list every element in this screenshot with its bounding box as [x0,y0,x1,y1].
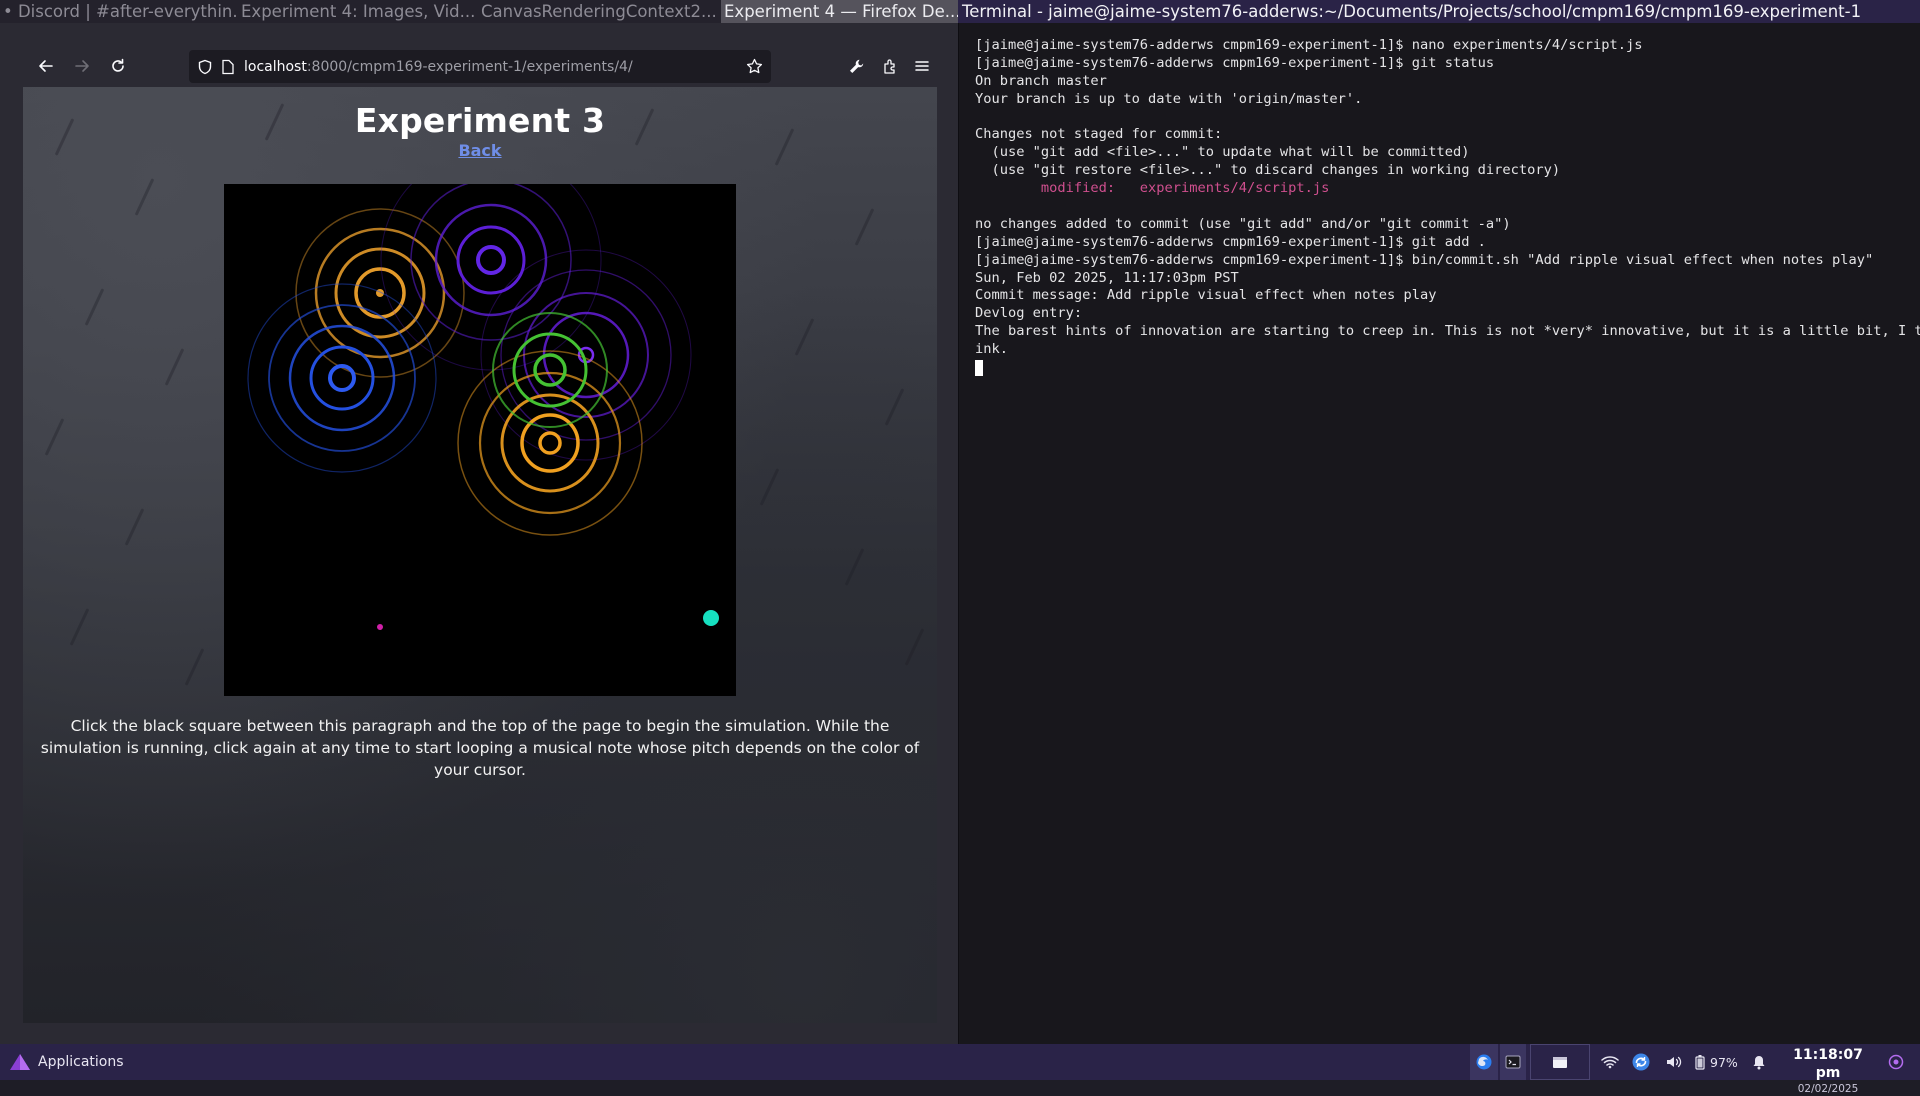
terminal-line: Changes not staged for commit: [975,126,1223,143]
volume-icon [1667,1056,1682,1068]
battery-indicator[interactable]: 97% [1694,1044,1746,1080]
volume-button[interactable] [1662,1044,1686,1080]
arrow-right-icon [75,60,89,72]
terminal-line: ink. [975,341,1008,358]
ripple-green [492,312,608,428]
page-icon[interactable] [221,59,235,75]
reload-button[interactable] [100,48,136,84]
applications-label: Applications [38,1054,124,1070]
clock-time: 11:18:07 pm [1793,1047,1863,1081]
extensions-button[interactable] [873,49,907,83]
terminal-line: [jaime@jaime-system76-adderws cmpm169-ex… [975,233,1486,250]
instructions-paragraph: Click the black square between this para… [40,717,920,779]
taskbar-terminal[interactable] [1500,1044,1526,1080]
terminal-output: [jaime@jaime-system76-adderws cmpm169-ex… [975,37,1920,377]
terminal-line: (use "git restore <file>..." to discard … [975,162,1561,179]
bottom-panel: Applications 97% 11:18:07 pm 02/02/2025 [0,1044,1920,1095]
file-manager-icon [1553,1057,1567,1068]
terminal-icon [1505,1055,1521,1069]
terminal-line: no changes added to commit (use "git add… [975,215,1511,232]
terminal-window[interactable]: [jaime@jaime-system76-adderws cmpm169-ex… [958,23,1920,1044]
simulation-canvas[interactable] [224,184,736,696]
battery-percent: 97% [1710,1054,1738,1070]
terminal-prompt-line [975,359,1915,377]
shield-icon[interactable] [197,59,213,75]
ripple-violet-right [480,249,692,461]
ripple-violet-top [380,184,602,371]
notifications-button[interactable] [1748,1044,1770,1080]
wifi-icon [1601,1056,1619,1069]
browser-toolbar: localhost:8000/cmpm169-experiment-1/expe… [23,46,937,87]
clock[interactable]: 11:18:07 pm 02/02/2025 [1783,1046,1873,1096]
hamburger-menu-icon [915,61,929,71]
bookmark-star-icon[interactable] [746,58,763,75]
extensions-icon [883,58,895,74]
browser-window: localhost:8000/cmpm169-experiment-1/expe… [0,23,958,1044]
terminal-line: Your branch is up to date with 'origin/m… [975,90,1363,107]
power-icon [1888,1054,1904,1070]
battery-icon [1695,1055,1705,1070]
taskbar-file-manager[interactable] [1530,1044,1590,1080]
sync-icon [1632,1053,1650,1071]
dot-cyan [703,610,719,626]
sync-button[interactable] [1628,1044,1654,1080]
terminal-line: [jaime@jaime-system76-adderws cmpm169-ex… [975,251,1874,268]
taskbar-firefox[interactable] [1470,1044,1498,1080]
terminal-line: Devlog entry: [975,305,1083,322]
page-title: Experiment 3 [354,101,606,140]
wrench-icon [849,59,863,73]
url-bar[interactable]: localhost:8000/cmpm169-experiment-1/expe… [189,50,771,83]
applications-logo-icon [10,1054,30,1070]
terminal-line: Sun, Feb 02 2025, 11:17:03pm PST [975,269,1239,286]
window-tab-terminal[interactable]: Terminal - jaime@jaime-system76-adderws:… [958,0,1920,23]
clock-date: 02/02/2025 [1797,1083,1859,1095]
arrow-left-icon [39,60,53,72]
terminal-line: Commit message: Add ripple visual effect… [975,287,1437,304]
dot-magenta [377,624,383,630]
applications-menu[interactable]: Applications [8,1044,124,1080]
window-tab-experiment-4-docs[interactable]: Experiment 4: Images, Vid... [238,0,478,23]
terminal-line: [jaime@jaime-system76-adderws cmpm169-ex… [975,54,1495,71]
menu-button[interactable] [905,49,939,83]
notification-icon [1753,1056,1765,1070]
page-viewport: Experiment 3 Back Click the black square… [23,87,937,1023]
terminal-line: [jaime@jaime-system76-adderws cmpm169-ex… [975,37,1643,53]
ripple-orange [295,208,465,378]
forward-button[interactable] [64,48,100,84]
devtools-button[interactable] [839,49,873,83]
terminal-line: (use "git add <file>..." to update what … [975,144,1470,161]
back-link[interactable]: Back [458,141,501,160]
wifi-button[interactable] [1598,1044,1622,1080]
terminal-line: The barest hints of innovation are start… [975,323,1920,340]
window-tab-discord[interactable]: • Discord | #after-everythin... [0,0,238,23]
window-tab-bar: • Discord | #after-everythin... Experime… [0,0,1920,23]
firefox-icon [1476,1054,1492,1070]
window-tab-canvas-docs[interactable]: CanvasRenderingContext2... [478,0,721,23]
reload-icon [112,58,124,72]
terminal-line: On branch master [975,72,1107,89]
terminal-line: modified: experiments/4/script.js [975,180,1330,197]
terminal-cursor [975,360,983,377]
back-button[interactable] [28,48,64,84]
url-host: localhost [244,58,307,75]
power-button[interactable] [1884,1044,1908,1080]
url-path: :8000/cmpm169-experiment-1/experiments/4… [306,58,633,75]
window-tab-firefox[interactable]: Experiment 4 — Firefox De... [721,0,958,23]
